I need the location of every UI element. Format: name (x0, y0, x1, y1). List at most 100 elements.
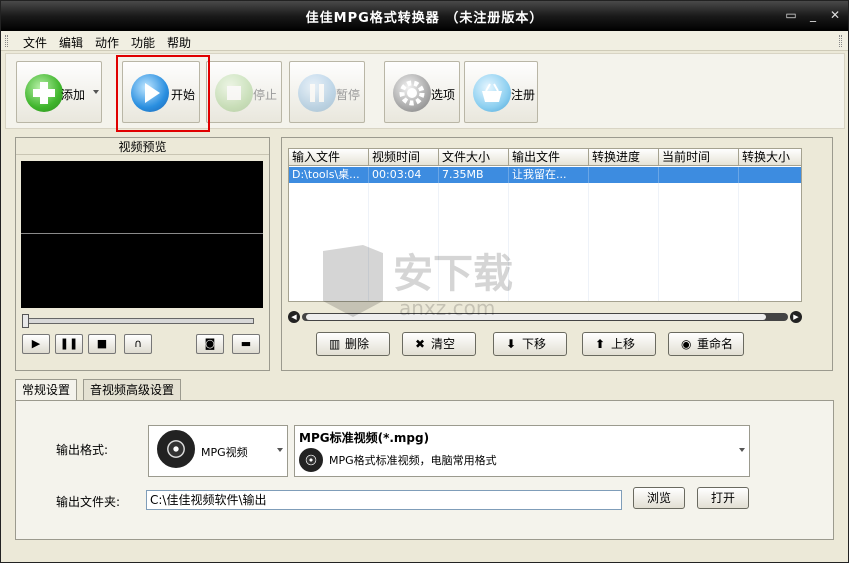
scroll-left-icon[interactable]: ◀ (288, 311, 300, 323)
table-row[interactable]: D:\tools\桌... 00:03:04 7.35MB 让我留在... (289, 167, 801, 183)
arrow-down-icon: ⬇ (506, 337, 517, 351)
app-window: 佳佳MPG格式转换器 （未注册版本） ▭ _ ✕ 文件 编辑 动作 功能 帮助 … (0, 0, 849, 563)
delete-label: 删除 (345, 337, 370, 351)
minimize-icon[interactable]: _ (803, 7, 823, 23)
menu-action[interactable]: 动作 (95, 34, 119, 51)
folder-control[interactable]: ▬ (232, 334, 260, 354)
cell-output: 让我留在... (509, 167, 589, 183)
move-up-label: 上移 (611, 337, 636, 351)
col-progress[interactable]: 转换进度 (589, 149, 659, 166)
menu-edit[interactable]: 编辑 (59, 34, 83, 51)
col-size[interactable]: 文件大小 (439, 149, 509, 166)
add-dropdown-icon[interactable] (93, 90, 99, 94)
rename-button[interactable]: ◉ 重命名 (668, 332, 744, 356)
col-output[interactable]: 输出文件 (509, 149, 589, 166)
add-icon (25, 74, 63, 112)
pause-control[interactable]: ❚❚ (55, 334, 83, 354)
play-control[interactable]: ▶ (22, 334, 50, 354)
stop-small-icon: ■ (96, 337, 108, 350)
folder-label: 输出文件夹: (56, 495, 121, 509)
window-title: 佳佳MPG格式转换器 （未注册版本） (305, 11, 544, 26)
close-icon[interactable]: ✕ (825, 7, 845, 23)
pause-label: 暂停 (336, 88, 361, 102)
add-button[interactable]: 添加 (16, 61, 102, 123)
camera-icon: ◙ (204, 337, 216, 350)
scroll-right-icon[interactable]: ▶ (790, 311, 802, 323)
stop-control[interactable]: ■ (88, 334, 116, 354)
start-highlight-box (116, 55, 210, 132)
rename-label: 重命名 (697, 337, 734, 351)
menu-grip-right (839, 35, 842, 47)
cell-input: D:\tools\桌... (289, 167, 369, 183)
cell-progress (589, 167, 659, 183)
watermark-text: 安下载 (393, 251, 513, 297)
pause-icon (298, 74, 336, 112)
pause-small-icon: ❚❚ (59, 337, 79, 350)
delete-button[interactable]: ▥ 删除 (316, 332, 390, 356)
rename-icon: ◉ (681, 337, 692, 351)
preview-title: 视频预览 (16, 138, 269, 155)
profile-desc: MPG格式标准视频，电脑常用格式 (329, 454, 497, 467)
menu-file[interactable]: 文件 (23, 34, 47, 51)
pause-button[interactable]: 暂停 (289, 61, 365, 123)
move-down-button[interactable]: ⬇ 下移 (493, 332, 567, 356)
format-select[interactable]: MPG视频 (148, 425, 288, 477)
profile-dropdown-icon[interactable] (739, 448, 745, 452)
folder-icon: ▬ (240, 337, 252, 350)
cell-converted (739, 167, 801, 183)
format-value: MPG视频 (201, 446, 248, 459)
clear-label: 清空 (431, 337, 456, 351)
profile-title: MPG标准视频(*.mpg) (299, 431, 430, 445)
settings-panel: 输出格式: MPG视频 MPG标准视频(*.mpg) MPG格式标准视频，电脑常… (15, 400, 834, 540)
stop-icon (215, 74, 253, 112)
cell-size: 7.35MB (439, 167, 509, 183)
output-folder-input[interactable]: C:\佳佳视频软件\输出 (146, 490, 622, 510)
col-current[interactable]: 当前时间 (659, 149, 739, 166)
preview-panel: 视频预览 ▶ ❚❚ ■ ∩ ◙ ▬ (15, 137, 270, 371)
title-bar: 佳佳MPG格式转换器 （未注册版本） ▭ _ ✕ (1, 1, 848, 31)
format-dropdown-icon[interactable] (277, 448, 283, 452)
menu-bar: 文件 编辑 动作 功能 帮助 (1, 31, 848, 51)
menu-function[interactable]: 功能 (131, 34, 155, 51)
seek-knob[interactable] (22, 314, 29, 328)
open-button[interactable]: 打开 (697, 487, 749, 509)
cell-current (659, 167, 739, 183)
restore-icon[interactable]: ▭ (781, 7, 801, 23)
clear-button[interactable]: ✖ 清空 (402, 332, 476, 356)
play-small-icon: ▶ (31, 337, 41, 350)
cell-duration: 00:03:04 (369, 167, 439, 183)
stop-button[interactable]: 停止 (206, 61, 282, 123)
snapshot-control[interactable]: ◙ (196, 334, 224, 354)
x-icon: ✖ (415, 337, 426, 351)
move-up-button[interactable]: ⬆ 上移 (582, 332, 656, 356)
seek-slider[interactable] (22, 314, 254, 328)
options-label: 选项 (431, 88, 456, 102)
format-label: 输出格式: (56, 443, 109, 457)
col-input[interactable]: 输入文件 (289, 149, 369, 166)
video-preview (21, 161, 263, 308)
col-converted[interactable]: 转换大小 (739, 149, 801, 166)
move-down-label: 下移 (522, 337, 547, 351)
watermark: 安下载 anxz.com (313, 241, 533, 321)
profile-select[interactable]: MPG标准视频(*.mpg) MPG格式标准视频，电脑常用格式 (294, 425, 750, 477)
trash-icon: ▥ (329, 337, 341, 351)
gear-icon (393, 74, 431, 112)
tab-advanced[interactable]: 音视频高级设置 (83, 379, 182, 401)
audio-control[interactable]: ∩ (124, 334, 152, 354)
register-label: 注册 (511, 88, 536, 102)
register-button[interactable]: 注册 (464, 61, 538, 123)
menu-grip (5, 35, 8, 47)
browse-button[interactable]: 浏览 (633, 487, 685, 509)
headphones-icon: ∩ (133, 337, 143, 350)
watermark-sub: anxz.com (399, 296, 495, 320)
tab-general[interactable]: 常规设置 (15, 379, 78, 402)
menu-help[interactable]: 帮助 (167, 34, 191, 51)
add-label: 添加 (61, 88, 86, 102)
stop-label: 停止 (253, 88, 278, 102)
arrow-up-icon: ⬆ (595, 337, 606, 351)
basket-icon (473, 74, 511, 112)
options-button[interactable]: 选项 (384, 61, 460, 123)
film-reel-small-icon (299, 448, 323, 472)
film-reel-icon (157, 430, 195, 468)
col-duration[interactable]: 视频时间 (369, 149, 439, 166)
